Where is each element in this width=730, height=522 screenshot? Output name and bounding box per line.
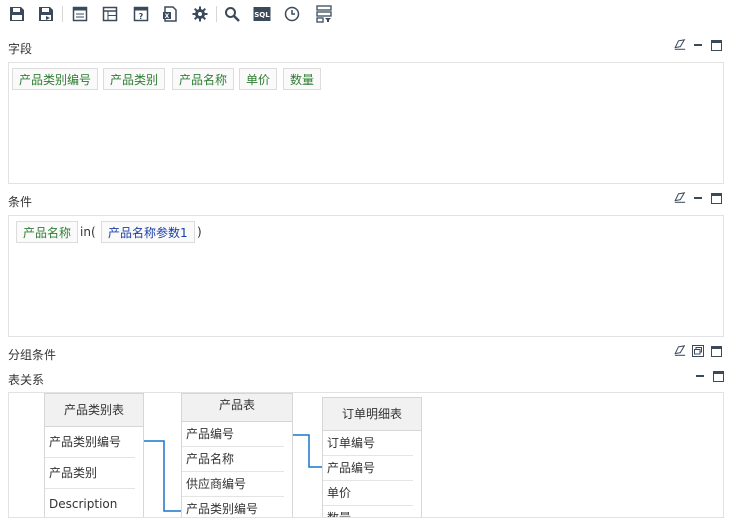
filter-settings-icon[interactable] <box>314 4 334 24</box>
relation-section-title: 表关系 <box>8 373 45 387</box>
field-chip[interactable]: 产品类别编号 <box>12 68 99 90</box>
field-chip[interactable]: 产品类别 <box>103 68 166 90</box>
sql-icon[interactable]: SQL <box>252 4 272 24</box>
fields-section-controls <box>674 39 722 51</box>
eraser-icon[interactable] <box>674 39 686 51</box>
relation-link <box>144 440 181 512</box>
query-param-icon[interactable]: ? <box>131 4 151 24</box>
save-as-icon[interactable] <box>36 4 56 24</box>
svg-text:SQL: SQL <box>254 11 270 19</box>
minimize-icon[interactable] <box>694 370 706 382</box>
table-column[interactable]: 单价 <box>323 481 413 506</box>
clock-icon[interactable] <box>282 4 302 24</box>
toolbar: ? X SQL <box>0 0 730 30</box>
table-column[interactable]: 产品类别编号 <box>45 427 135 458</box>
conditions-section-title: 条件 <box>8 195 33 209</box>
relation-link <box>293 434 322 468</box>
maximize-icon[interactable] <box>710 345 722 357</box>
condition-param-chip[interactable]: 产品名称参数1 <box>101 221 195 243</box>
maximize-icon[interactable] <box>710 192 722 204</box>
conditions-panel[interactable]: 产品名称 in( 产品名称参数1 ) <box>8 215 724 337</box>
eraser-icon[interactable] <box>674 345 686 357</box>
condition-operator: in( <box>80 225 96 239</box>
fields-panel[interactable]: 产品类别编号 产品类别 产品名称 单价 数量 <box>8 62 724 184</box>
svg-text:X: X <box>165 13 170 20</box>
table-column[interactable]: 供应商编号 <box>182 472 284 497</box>
condition-close-paren: ) <box>197 225 202 239</box>
gear-icon[interactable] <box>190 4 210 24</box>
field-chip[interactable]: 数量 <box>283 68 322 90</box>
restore-icon[interactable] <box>692 345 704 357</box>
conditions-section-controls <box>674 192 722 204</box>
relation-table[interactable]: 产品表 产品编号 产品名称 供应商编号 产品类别编号 <box>181 393 293 517</box>
table-header[interactable]: 产品类别表 <box>45 394 143 427</box>
save-icon[interactable] <box>7 4 27 24</box>
field-chip[interactable]: 单价 <box>239 68 278 90</box>
table-column[interactable]: Description <box>45 489 135 517</box>
table-column[interactable]: 产品编号 <box>323 456 413 481</box>
table-header[interactable]: 订单明细表 <box>323 398 421 431</box>
table-column[interactable]: 产品类别编号 <box>182 497 284 517</box>
eraser-icon[interactable] <box>674 192 686 204</box>
svg-text:?: ? <box>139 12 144 21</box>
table-layout-icon[interactable] <box>100 4 120 24</box>
table-header[interactable]: 产品表 <box>182 394 292 422</box>
export-excel-icon[interactable]: X <box>160 4 180 24</box>
relation-panel[interactable]: 产品类别表 产品类别编号 产品类别 Description 产品表 产品编号 产… <box>8 392 724 518</box>
table-column[interactable]: 订单编号 <box>323 431 413 456</box>
group-section-controls <box>674 345 722 357</box>
table-icon[interactable] <box>70 4 90 24</box>
minimize-icon[interactable] <box>692 39 704 51</box>
field-chip[interactable]: 产品名称 <box>172 68 235 90</box>
minimize-icon[interactable] <box>692 192 704 204</box>
table-column[interactable]: 数量 <box>323 506 413 517</box>
condition-field-chip[interactable]: 产品名称 <box>16 221 79 243</box>
search-icon[interactable] <box>222 4 242 24</box>
group-section-title: 分组条件 <box>8 348 57 362</box>
relation-table[interactable]: 订单明细表 订单编号 产品编号 单价 数量 <box>322 397 422 517</box>
table-column[interactable]: 产品编号 <box>182 422 284 447</box>
maximize-icon[interactable] <box>710 39 722 51</box>
table-column[interactable]: 产品类别 <box>45 458 135 489</box>
fields-section-title: 字段 <box>8 42 33 56</box>
table-column[interactable]: 产品名称 <box>182 447 284 472</box>
maximize-icon[interactable] <box>712 370 724 382</box>
relation-table[interactable]: 产品类别表 产品类别编号 产品类别 Description <box>44 393 144 517</box>
relation-section-controls <box>694 370 724 382</box>
